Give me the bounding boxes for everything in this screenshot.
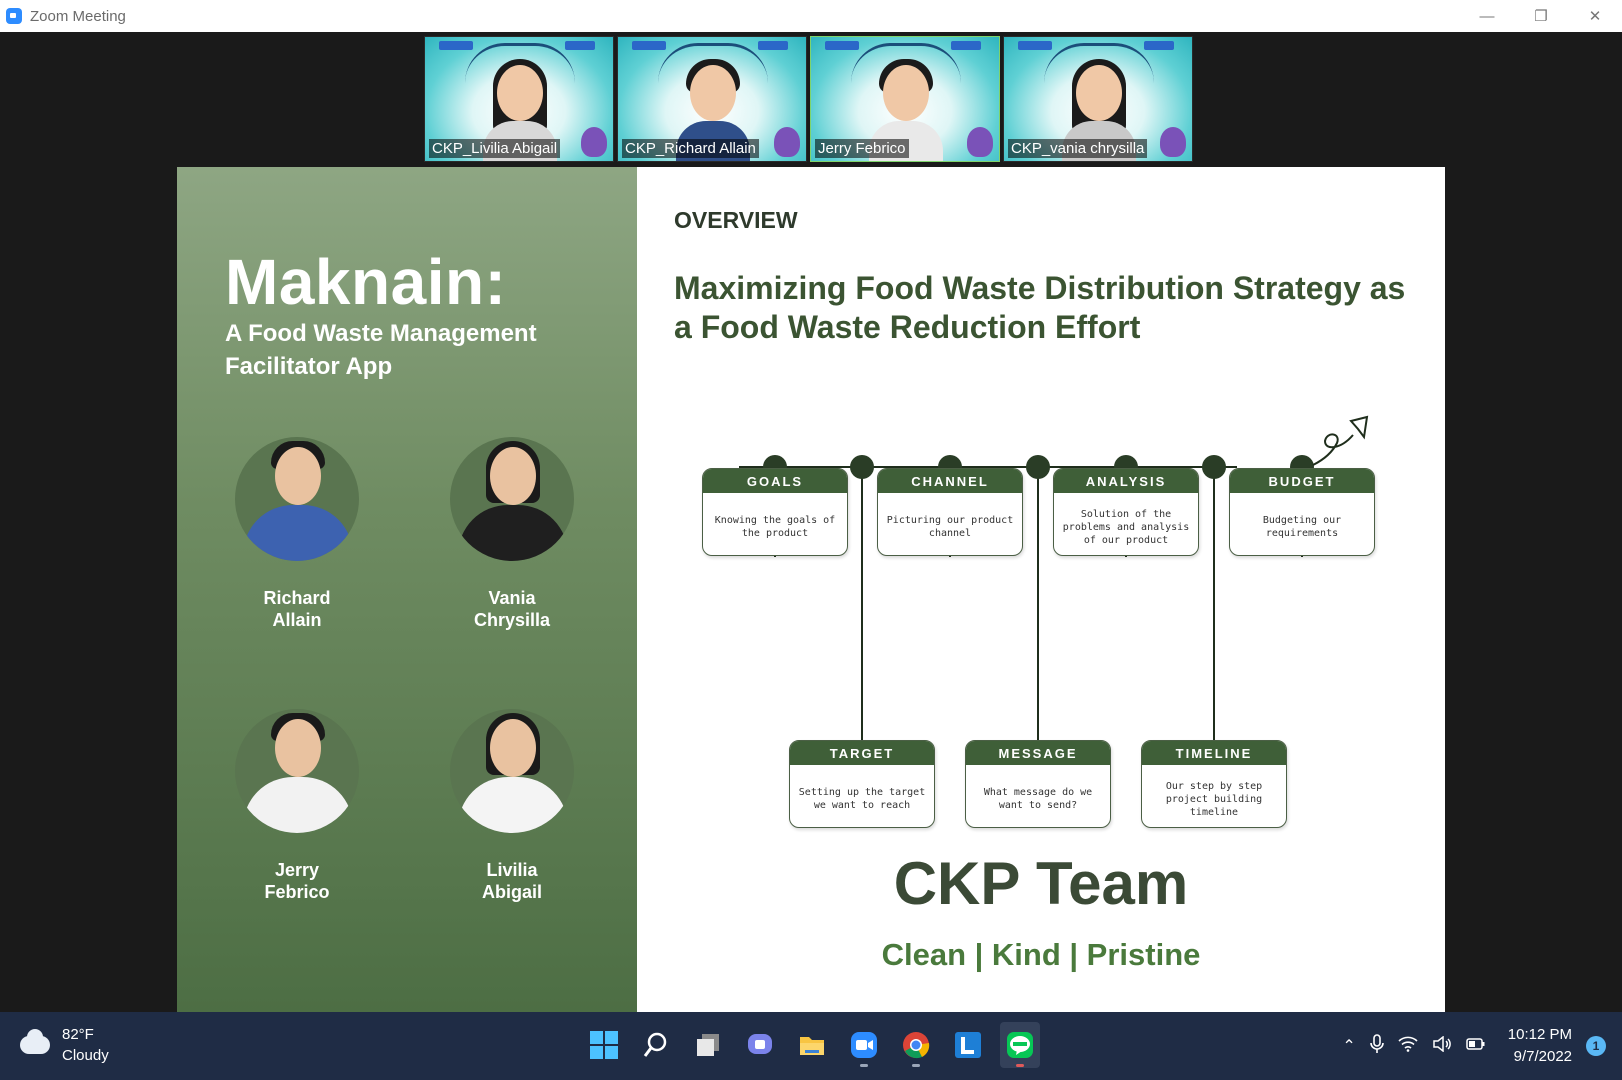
participant-name: CKP_vania chrysilla [1008, 139, 1148, 158]
mascot-sticker [774, 127, 800, 157]
meeting-area: CKP_Livilia Abigail CKP_Richard Allain J… [0, 32, 1622, 1012]
window-titlebar: Zoom Meeting — ❐ ✕ [0, 0, 1622, 32]
mascot-sticker [581, 127, 607, 157]
member-photo [450, 437, 574, 561]
member-name: Richard Allain [263, 588, 331, 630]
member-photo [235, 437, 359, 561]
participant-name: CKP_Richard Allain [622, 139, 759, 158]
timeline-node [850, 455, 874, 479]
member-name: Jerry Febrico [264, 860, 330, 902]
system-tray: ⌃ 10:12 PM 9/7/2022 1 [1342, 1012, 1606, 1080]
participant-name: Jerry Febrico [815, 139, 909, 158]
notification-badge[interactable]: 1 [1586, 1036, 1606, 1056]
microphone-icon[interactable] [1369, 1033, 1384, 1059]
member-name: Vania Chrysilla [473, 588, 551, 630]
member-photo [450, 709, 574, 833]
video-tile-vania[interactable]: CKP_vania chrysilla [1003, 36, 1193, 162]
clock-date: 9/7/2022 [1513, 1048, 1572, 1065]
team-tagline: Clean | Kind | Pristine [881, 937, 1201, 972]
weather-widget[interactable]: 82°F Cloudy [20, 1024, 109, 1066]
step-target: TARGET Setting up the target we want to … [789, 740, 935, 828]
taskbar-clock[interactable]: 10:12 PM 9/7/2022 [1508, 1024, 1572, 1068]
battery-icon[interactable] [1466, 1036, 1486, 1057]
video-tile-jerry[interactable]: Jerry Febrico [810, 36, 1000, 162]
slide-right-panel: OVERVIEW Maximizing Food Waste Distribut… [637, 167, 1445, 1012]
team-name: CKP Team [893, 850, 1189, 917]
step-timeline: TIMELINE Our step by step project buildi… [1141, 740, 1287, 828]
member-photo [235, 709, 359, 833]
cloud-icon [20, 1029, 50, 1054]
member-card: Vania Chrysilla [437, 437, 587, 631]
restore-button[interactable]: ❐ [1514, 0, 1568, 32]
slide-left-panel: Maknain: A Food Waste Management Facilit… [177, 167, 637, 1012]
taskbar-apps [584, 1022, 1040, 1068]
app-subtitle: A Food Waste Management Facilitator App [225, 320, 537, 380]
chrome-icon[interactable] [896, 1022, 936, 1068]
timeline-node [1026, 455, 1050, 479]
teams-chat-icon[interactable] [740, 1022, 780, 1068]
minimize-button[interactable]: — [1460, 0, 1514, 32]
window-controls: — ❐ ✕ [1460, 0, 1622, 32]
task-view-icon[interactable] [688, 1022, 728, 1068]
timeline-node [1202, 455, 1226, 479]
wifi-icon[interactable] [1398, 1036, 1418, 1057]
file-explorer-icon[interactable] [792, 1022, 832, 1068]
l-app-icon[interactable] [948, 1022, 988, 1068]
zoom-app-icon [6, 8, 22, 24]
clock-time: 10:12 PM [1507, 1026, 1572, 1043]
shared-screen-slide: Maknain: A Food Waste Management Facilit… [177, 167, 1445, 1012]
speaker-icon[interactable] [1432, 1034, 1452, 1057]
step-budget: BUDGET Budgeting our requirements [1229, 468, 1375, 556]
video-tile-richard[interactable]: CKP_Richard Allain [617, 36, 807, 162]
step-channel: CHANNEL Picturing our product channel [877, 468, 1023, 556]
weather-temperature: 82°F [62, 1026, 94, 1043]
weather-condition: Cloudy [62, 1047, 109, 1064]
member-card: Jerry Febrico [222, 709, 372, 903]
app-brand-title: Maknain: [225, 246, 507, 318]
search-icon[interactable] [636, 1022, 676, 1068]
step-message: MESSAGE What message do we want to send? [965, 740, 1111, 828]
chevron-up-icon[interactable]: ⌃ [1342, 1036, 1355, 1056]
line-icon[interactable] [1000, 1022, 1040, 1068]
participant-name: CKP_Livilia Abigail [429, 139, 561, 158]
member-name: Livilia Abigail [481, 860, 542, 902]
windows-taskbar: 82°F Cloudy ⌃ 10:12 PM 9/7/2022 1 [0, 1012, 1622, 1080]
mascot-sticker [967, 127, 993, 157]
video-tile-livilia[interactable]: CKP_Livilia Abigail [424, 36, 614, 162]
mascot-sticker [1160, 127, 1186, 157]
zoom-icon[interactable] [844, 1022, 884, 1068]
member-card: Livilia Abigail [437, 709, 587, 903]
window-title: Zoom Meeting [30, 7, 126, 25]
video-strip: CKP_Livilia Abigail CKP_Richard Allain J… [424, 36, 1193, 162]
paper-plane-icon [1312, 415, 1369, 466]
windows-start-icon[interactable] [584, 1022, 624, 1068]
close-button[interactable]: ✕ [1568, 0, 1622, 32]
step-analysis: ANALYSIS Solution of the problems and an… [1053, 468, 1199, 556]
step-goals: GOALS Knowing the goals of the product [702, 468, 848, 556]
member-card: Richard Allain [222, 437, 372, 631]
